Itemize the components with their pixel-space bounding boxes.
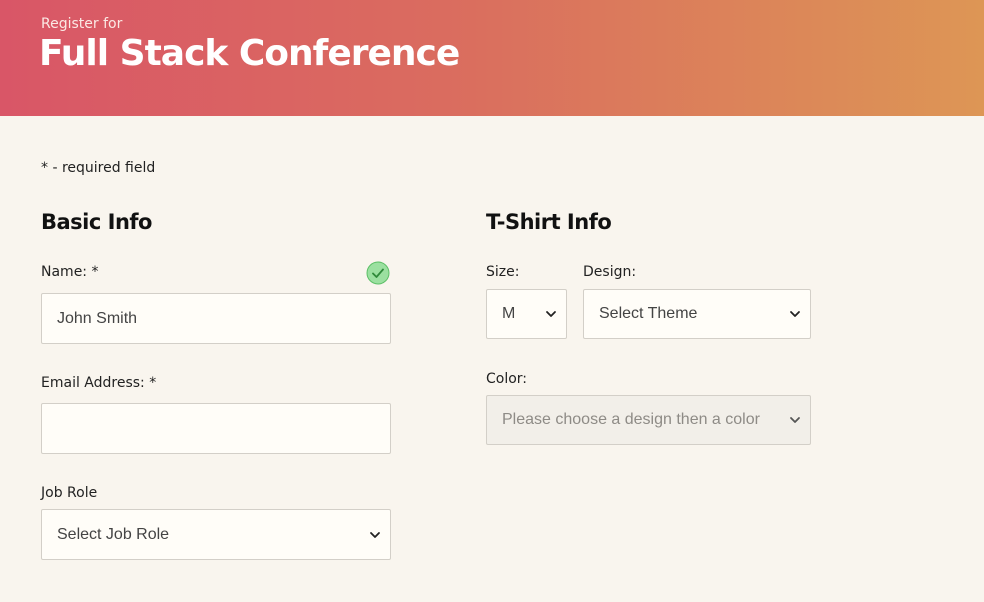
basic-info-heading: Basic Info (41, 210, 152, 234)
required-field-note: * - required field (41, 160, 156, 176)
email-label: Email Address: * (41, 375, 157, 391)
tshirt-info-heading: T-Shirt Info (486, 210, 612, 234)
design-select[interactable]: Select Theme (583, 289, 811, 339)
color-selected: Please choose a design then a color (502, 411, 760, 428)
name-label: Name: * (41, 264, 99, 280)
chevron-down-icon (790, 311, 800, 317)
size-selected: M (502, 305, 516, 322)
job-role-label: Job Role (41, 485, 98, 501)
email-field[interactable] (41, 403, 391, 454)
job-role-selected: Select Job Role (57, 525, 170, 543)
color-select[interactable]: Please choose a design then a color (486, 395, 811, 445)
chevron-down-icon (370, 531, 380, 538)
name-field-value: John Smith (57, 309, 138, 327)
page-title: Full Stack Conference (39, 33, 460, 74)
chevron-down-icon (790, 417, 800, 423)
page-header: Register for Full Stack Conference (0, 0, 984, 116)
design-label: Design: (583, 264, 637, 280)
job-role-select[interactable]: Select Job Role (41, 509, 391, 560)
chevron-down-icon (546, 311, 556, 317)
size-label: Size: (486, 264, 520, 280)
header-pretitle: Register for (41, 16, 123, 32)
name-field[interactable]: John Smith (41, 293, 391, 344)
color-label: Color: (486, 371, 528, 387)
size-select[interactable]: M (486, 289, 567, 339)
check-circle-icon (366, 261, 390, 285)
design-selected: Select Theme (599, 305, 698, 322)
